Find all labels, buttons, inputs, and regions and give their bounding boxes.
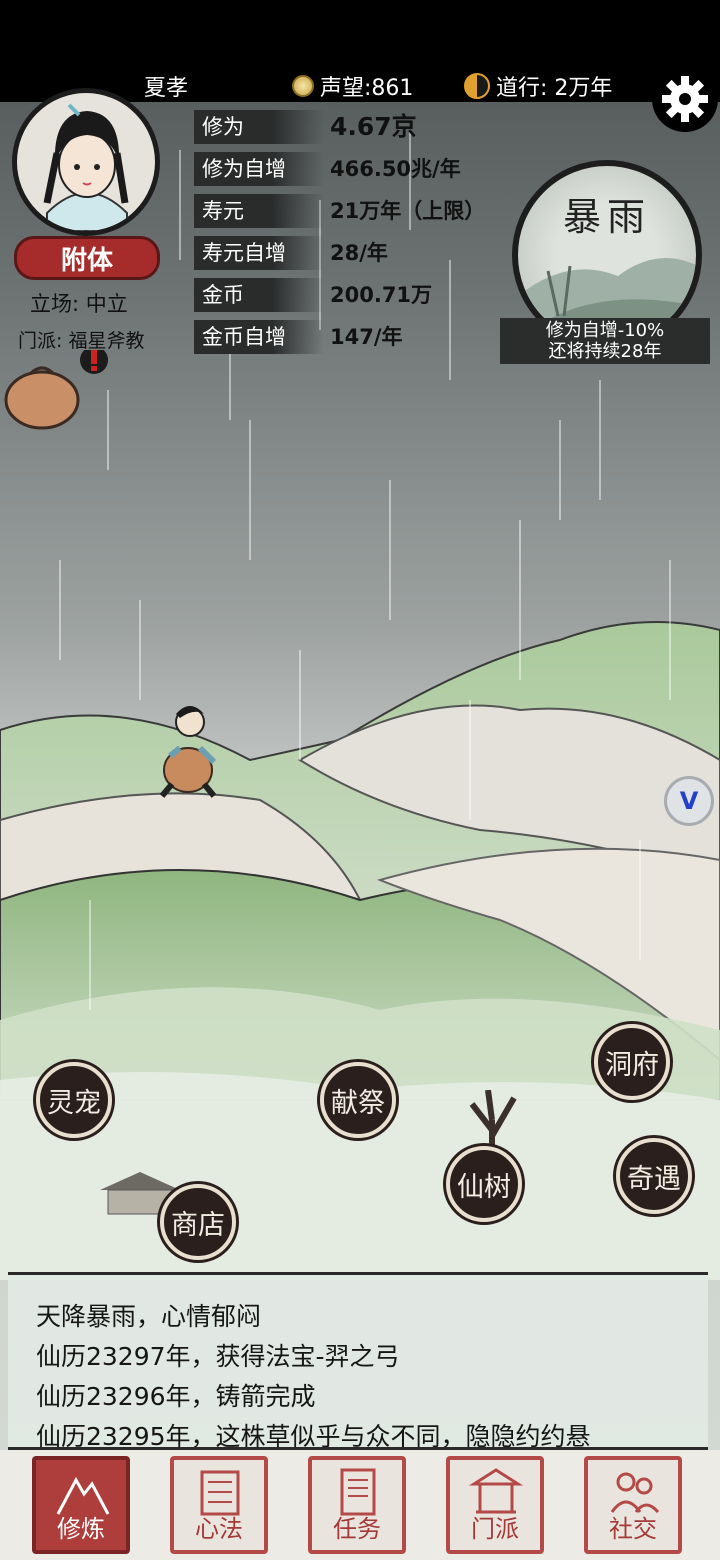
stat-value: 466.50兆/年 xyxy=(330,157,461,181)
offering-button[interactable]: 献祭 xyxy=(320,1062,396,1138)
sect-text: 门派: 福星斧教 xyxy=(18,330,145,352)
stat-value: 28/年 xyxy=(330,241,388,265)
stat-value: 4.67京 xyxy=(330,112,417,141)
log-line: 仙历23296年，铸箭完成 xyxy=(36,1382,316,1411)
event-log-panel[interactable]: 天降暴雨，心情郁闷 仙历23297年，获得法宝-羿之弓 仙历23296年，铸箭完… xyxy=(8,1272,708,1450)
log-line: 仙历23297年，获得法宝-羿之弓 xyxy=(36,1342,400,1371)
nav-cultivate[interactable]: 修炼 xyxy=(32,1456,130,1554)
stat-row-gold: 金币 200.71万 xyxy=(194,278,514,314)
stat-row-lifespan: 寿元 21万年（上限） xyxy=(194,194,514,230)
player-avatar[interactable] xyxy=(12,88,160,236)
stat-label: 修为 xyxy=(194,110,324,144)
player-character[interactable] xyxy=(150,700,230,800)
nav-social[interactable]: 社交 xyxy=(584,1456,682,1554)
stat-label: 金币自增 xyxy=(194,320,324,354)
bottom-navigation: 修炼 心法 任务 门派 社交 xyxy=(0,1450,720,1560)
stat-row-gold-rate: 金币自增 147/年 xyxy=(194,320,514,356)
stance-text: 立场: 中立 xyxy=(30,292,128,316)
stat-row-cultivation-rate: 修为自增 466.50兆/年 xyxy=(194,152,514,188)
floating-v-button[interactable]: V xyxy=(664,776,714,826)
stat-value: 147/年 xyxy=(330,325,403,349)
nav-tasks[interactable]: 任务 xyxy=(308,1456,406,1554)
encounter-button[interactable]: 奇遇 xyxy=(616,1138,692,1214)
weather-duration-text: 还将持续28年 xyxy=(548,341,662,362)
attach-button[interactable]: 附体 xyxy=(14,236,160,280)
dao-practice-display: 道行: 2万年 xyxy=(464,70,612,102)
stat-label: 寿元 xyxy=(194,194,324,228)
weather-effect-text: 修为自增-10% xyxy=(545,320,665,341)
stat-value: 200.71万 xyxy=(330,283,433,307)
weather-effect-panel: 修为自增-10% 还将持续28年 xyxy=(500,318,710,364)
inventory-bag-button[interactable] xyxy=(0,346,108,430)
log-line: 仙历23295年，这株草似乎与众不同，隐隐约约悬 xyxy=(36,1422,591,1450)
spirit-pet-button[interactable]: 灵宠 xyxy=(36,1062,112,1138)
weather-title: 暴雨 xyxy=(562,195,651,239)
stat-value: 21万年（上限） xyxy=(330,199,486,223)
cave-button[interactable]: 洞府 xyxy=(594,1024,670,1100)
immortal-tree-button[interactable]: 仙树 xyxy=(446,1146,522,1222)
reputation-text: 声望:861 xyxy=(320,76,414,101)
nav-label: 任务 xyxy=(333,1515,381,1543)
settings-gear-icon[interactable] xyxy=(652,66,718,132)
nav-mind-method[interactable]: 心法 xyxy=(170,1456,268,1554)
stat-row-cultivation: 修为 4.67京 xyxy=(194,110,514,146)
shop-button[interactable]: 商店 xyxy=(160,1184,236,1260)
stat-label: 修为自增 xyxy=(194,152,324,186)
nav-sect[interactable]: 门派 xyxy=(446,1456,544,1554)
stat-row-lifespan-rate: 寿元自增 28/年 xyxy=(194,236,514,272)
nav-label: 门派 xyxy=(471,1515,519,1543)
reputation-display: 声望:861 xyxy=(292,70,413,102)
nav-label: 心法 xyxy=(195,1515,243,1543)
stat-label: 金币 xyxy=(194,278,324,312)
taiji-icon xyxy=(464,73,490,99)
dao-practice-text: 道行: 2万年 xyxy=(496,76,613,101)
player-name: 夏孝 xyxy=(144,76,189,101)
stat-label: 寿元自增 xyxy=(194,236,324,270)
log-line: 天降暴雨，心情郁闷 xyxy=(36,1302,262,1331)
nav-label: 社交 xyxy=(609,1515,657,1543)
top-status-bar: 夏孝 声望:861 道行: 2万年 xyxy=(0,0,720,102)
nav-label: 修炼 xyxy=(57,1515,105,1543)
reputation-coin-icon xyxy=(292,75,314,97)
